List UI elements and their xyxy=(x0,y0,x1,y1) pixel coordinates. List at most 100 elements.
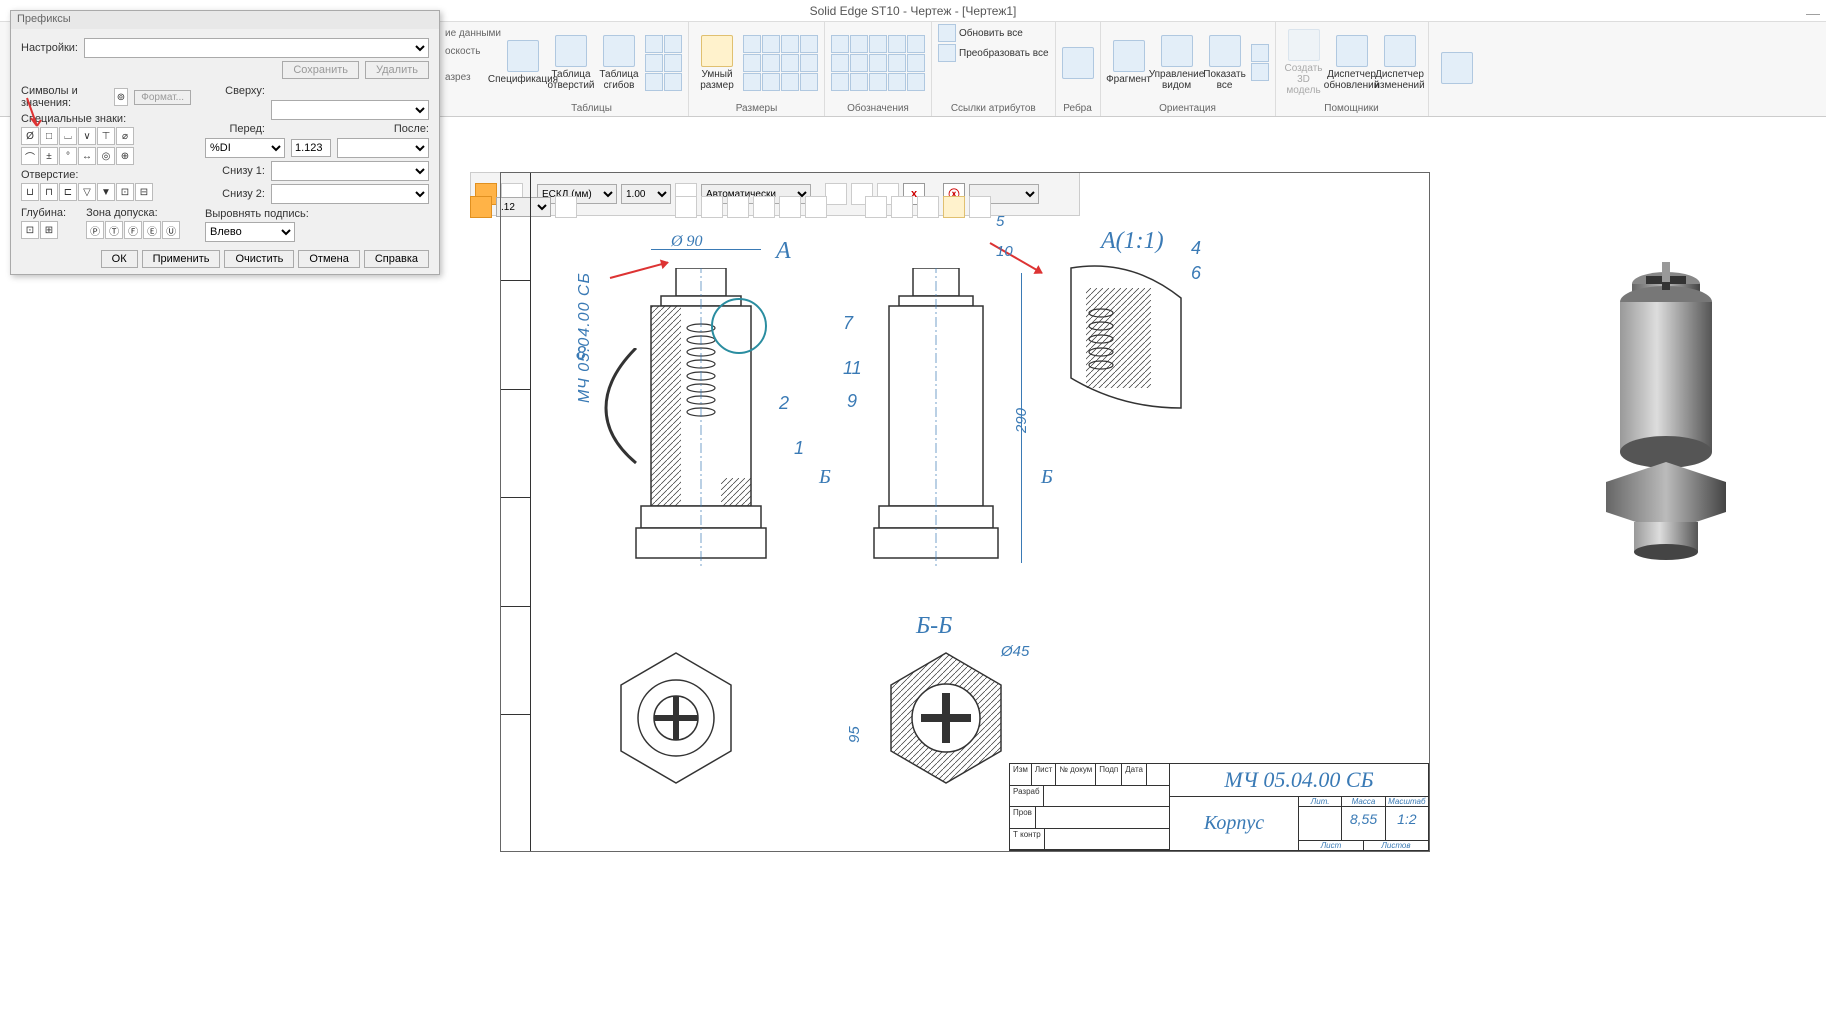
symbol-button[interactable]: ▼ xyxy=(97,183,115,201)
clear-button[interactable]: Очистить xyxy=(224,250,294,268)
view-manage-button[interactable]: Управление видом xyxy=(1155,35,1199,91)
dim-icon[interactable] xyxy=(743,54,761,72)
disp-updates-button[interactable]: Диспетчер обновлений xyxy=(1330,35,1374,91)
dialog-titlebar[interactable]: Префиксы xyxy=(11,11,439,29)
symbol-button[interactable]: Ⓣ xyxy=(105,221,123,239)
minimize-icon[interactable]: — xyxy=(1806,2,1820,24)
symbol-button[interactable]: ↔ xyxy=(78,147,96,165)
cancel-button[interactable]: Отмена xyxy=(298,250,359,268)
below1-select[interactable] xyxy=(271,161,429,181)
symbol-button[interactable]: ⊏ xyxy=(59,183,77,201)
symbol-button[interactable]: Ⓕ xyxy=(124,221,142,239)
below2-select[interactable] xyxy=(271,184,429,204)
symbol-button[interactable]: ⌒ xyxy=(21,147,39,165)
dim-icon[interactable] xyxy=(800,35,818,53)
symbol-button[interactable]: ▽ xyxy=(78,183,96,201)
annot-icon[interactable] xyxy=(831,35,849,53)
dim-icon[interactable] xyxy=(762,35,780,53)
tbl-icon[interactable] xyxy=(664,54,682,72)
delete-button[interactable]: Удалить xyxy=(365,61,429,79)
ok-button[interactable]: ОК xyxy=(101,250,138,268)
lock-icon[interactable] xyxy=(470,196,492,218)
dim-icon[interactable] xyxy=(800,73,818,91)
annot-icon[interactable] xyxy=(869,35,887,53)
save-button[interactable]: Сохранить xyxy=(282,61,359,79)
symbol-button[interactable]: ◎ xyxy=(97,147,115,165)
show-all-button[interactable]: Показать все xyxy=(1203,35,1247,91)
symbol-button[interactable]: ⊟ xyxy=(135,183,153,201)
annot-icon[interactable] xyxy=(850,35,868,53)
symbol-button[interactable]: ⌴ xyxy=(59,127,77,145)
annot-icon[interactable] xyxy=(888,35,906,53)
symbol-button[interactable]: ± xyxy=(40,147,58,165)
settings-select[interactable] xyxy=(84,38,429,58)
update-all-button[interactable]: Обновить все xyxy=(959,28,1023,39)
dim-icon[interactable] xyxy=(781,54,799,72)
disp-changes-button[interactable]: Диспетчер изменений xyxy=(1378,35,1422,91)
annot-icon[interactable] xyxy=(907,54,925,72)
per-button[interactable] xyxy=(1435,52,1479,86)
ribs-group-label: Ребра xyxy=(1063,103,1092,114)
bends-table-button[interactable]: Таблица сгибов xyxy=(597,35,641,91)
spec-button[interactable]: Спецификация xyxy=(501,40,545,85)
dim-icon[interactable] xyxy=(800,54,818,72)
align-select[interactable]: Влево xyxy=(205,222,295,242)
dim-icon[interactable] xyxy=(762,73,780,91)
symbol-button[interactable]: ∨ xyxy=(78,127,96,145)
tbl-icon[interactable] xyxy=(645,73,663,91)
tbl-icon[interactable] xyxy=(664,73,682,91)
dim-icon[interactable] xyxy=(743,35,761,53)
symbol-button[interactable]: ⊔ xyxy=(21,183,39,201)
symbol-button[interactable]: Ⓤ xyxy=(162,221,180,239)
convert-all-button[interactable]: Преобразовать все xyxy=(959,48,1049,59)
symbol-button[interactable]: □ xyxy=(40,127,58,145)
dim-icon[interactable] xyxy=(743,73,761,91)
before-select[interactable]: %DI xyxy=(205,138,285,158)
symbol-button[interactable]: Ⓔ xyxy=(143,221,161,239)
dim-icon[interactable] xyxy=(762,54,780,72)
annot-icon[interactable] xyxy=(869,73,887,91)
annot-icon[interactable] xyxy=(850,73,868,91)
symbol-button[interactable]: ⊤ xyxy=(97,127,115,145)
annot-icon[interactable] xyxy=(850,54,868,72)
tbl-icon[interactable] xyxy=(664,35,682,53)
annot-icon[interactable] xyxy=(888,73,906,91)
smart-dim-icon xyxy=(701,35,733,67)
symbol-button[interactable]: ⊞ xyxy=(40,221,58,239)
annot-icon[interactable] xyxy=(907,73,925,91)
holes-table-button[interactable]: Таблица отверстий xyxy=(549,35,593,91)
tbl-icon[interactable] xyxy=(645,54,663,72)
annot-icon[interactable] xyxy=(869,54,887,72)
symbol-button[interactable]: Ø xyxy=(21,127,39,145)
annot-icon[interactable] xyxy=(831,73,849,91)
format-button[interactable]: Формат... xyxy=(134,90,191,105)
symbol-button[interactable]: ⊡ xyxy=(116,183,134,201)
create-3d-button[interactable]: Создать 3D модель xyxy=(1282,29,1326,96)
value-input[interactable] xyxy=(291,139,331,157)
symbol-button[interactable]: ⊡ xyxy=(21,221,39,239)
after-select[interactable] xyxy=(337,138,429,158)
dim-icon[interactable] xyxy=(781,35,799,53)
smart-dim-button[interactable]: Умный размер xyxy=(695,35,739,91)
orient-icon[interactable] xyxy=(1251,44,1269,62)
help-button[interactable]: Справка xyxy=(364,250,429,268)
symbol-mode-icon[interactable]: ⊚ xyxy=(114,88,129,106)
orient-icon[interactable] xyxy=(1251,63,1269,81)
dim-10: 10 xyxy=(996,243,1013,260)
convert-all-icon[interactable] xyxy=(938,44,956,62)
apply-button[interactable]: Применить xyxy=(142,250,221,268)
symbol-button[interactable]: ⊓ xyxy=(40,183,58,201)
annot-icon[interactable] xyxy=(907,35,925,53)
symbol-button[interactable]: ° xyxy=(59,147,77,165)
tbl-icon[interactable] xyxy=(645,35,663,53)
top-select[interactable] xyxy=(271,100,429,120)
symbol-button[interactable]: ⊕ xyxy=(116,147,134,165)
fragment-button[interactable]: Фрагмент xyxy=(1107,40,1151,85)
ribs-icon[interactable] xyxy=(1062,47,1094,79)
update-all-icon[interactable] xyxy=(938,24,956,42)
annot-icon[interactable] xyxy=(831,54,849,72)
symbol-button[interactable]: ⌀ xyxy=(116,127,134,145)
annot-icon[interactable] xyxy=(888,54,906,72)
dim-icon[interactable] xyxy=(781,73,799,91)
symbol-button[interactable]: Ⓟ xyxy=(86,221,104,239)
